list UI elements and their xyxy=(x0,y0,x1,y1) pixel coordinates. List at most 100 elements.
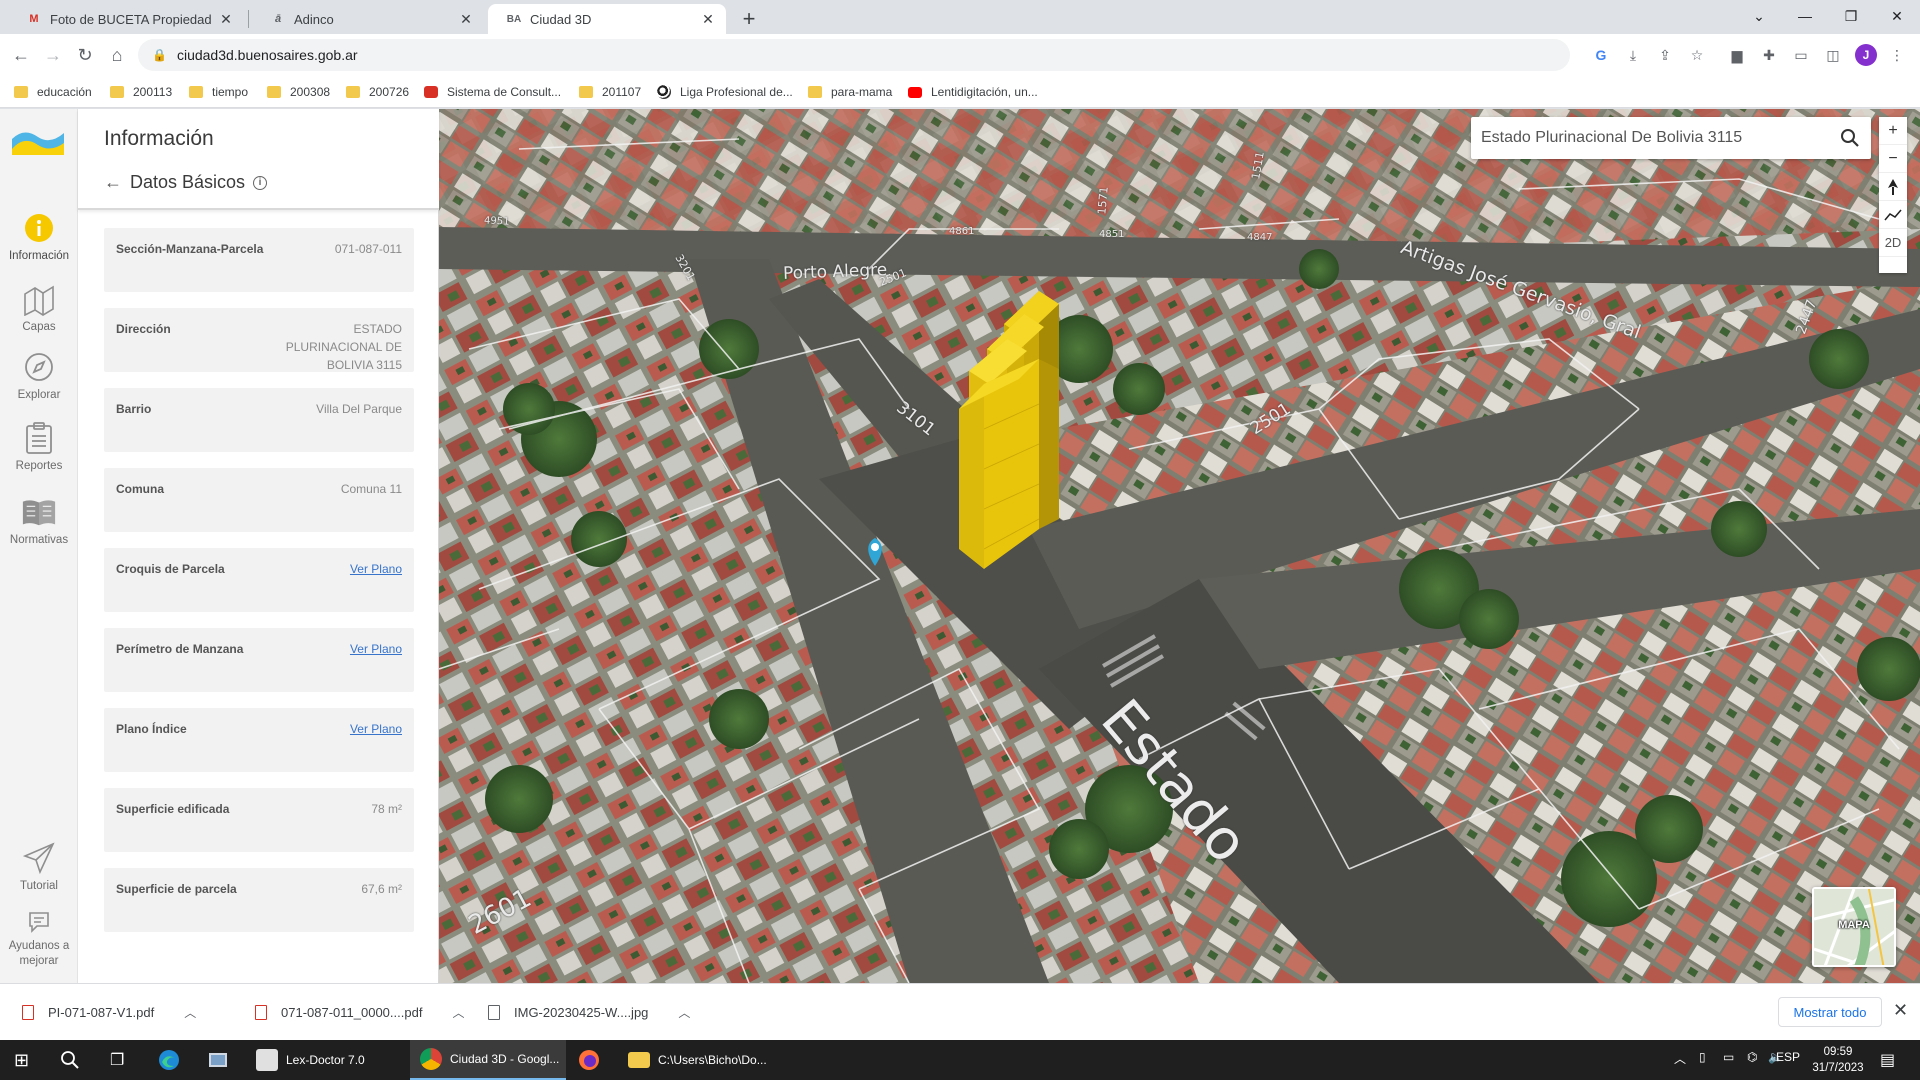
nav-ayudanos[interactable]: Ayudanos a mejorar xyxy=(0,909,78,969)
tab-gmail[interactable]: M Foto de BUCETA Propiedades - ju ✕ xyxy=(8,4,244,34)
tab-ciudad-3d[interactable]: BA Ciudad 3D ✕ xyxy=(488,4,726,34)
bookmark-sistema-de-consulta[interactable]: Sistema de Consult... xyxy=(424,82,561,102)
install-app-icon[interactable]: ⤓ xyxy=(1622,44,1644,66)
bookmark-educacion[interactable]: educación xyxy=(14,82,92,102)
forward-button[interactable]: → xyxy=(40,42,66,68)
scroll-edge-fade xyxy=(104,210,414,226)
network-icon[interactable]: ⌬ xyxy=(1747,1050,1757,1064)
lex-doctor-icon xyxy=(256,1049,278,1071)
chevron-up-icon[interactable]: ︿ xyxy=(678,1004,690,1021)
bookmark-liga-profesional[interactable]: Liga Profesional de... xyxy=(657,82,793,102)
bookmark-tiempo[interactable]: tiempo xyxy=(189,82,248,102)
bookmark-star-icon[interactable]: ☆ xyxy=(1686,44,1708,66)
folder-icon xyxy=(189,86,203,98)
browser-menu-icon[interactable]: ⋮ xyxy=(1886,44,1908,66)
notifications-icon[interactable]: ▤ xyxy=(1880,1050,1895,1070)
tab-adinco[interactable]: ā Adinco ✕ xyxy=(252,4,484,34)
chevron-up-icon[interactable]: ︿ xyxy=(184,1004,196,1021)
nav-normativas[interactable]: Normativas xyxy=(0,494,78,546)
close-tab-icon[interactable]: ✕ xyxy=(700,11,716,27)
nav-tutorial[interactable]: Tutorial xyxy=(0,840,78,892)
folder-extension-icon[interactable]: ▆ xyxy=(1726,44,1748,66)
battery-icon[interactable]: ▯ xyxy=(1699,1050,1706,1064)
close-downloads-icon[interactable]: ✕ xyxy=(1893,1000,1908,1021)
restore-button[interactable]: ❐ xyxy=(1828,0,1874,32)
map-3d-view[interactable]: Porto Alegre Artigas José Gervasio, Gral… xyxy=(439,109,1920,983)
download-item[interactable]: IMG-20230425-W....jpg ︿ xyxy=(488,1000,690,1024)
address-search[interactable]: Estado Plurinacional De Bolivia 3115 xyxy=(1471,117,1871,159)
nav-explorar[interactable]: Explorar xyxy=(0,349,78,401)
minimap-toggle[interactable]: MAPA xyxy=(1812,887,1896,967)
search-icon[interactable] xyxy=(1839,127,1861,149)
bookmark-label: Sistema de Consult... xyxy=(447,85,562,99)
ba-logo[interactable] xyxy=(10,125,66,159)
share-icon[interactable]: ⇪ xyxy=(1654,44,1676,66)
field-value: 78 m² xyxy=(371,802,402,816)
taskbar-app-lex-doctor[interactable]: Lex-Doctor 7.0 xyxy=(246,1040,402,1080)
taskbar-app-explorer[interactable]: C:\Users\Bicho\Do... xyxy=(618,1040,774,1080)
show-all-downloads-button[interactable]: Mostrar todo xyxy=(1778,997,1882,1027)
bookmark-label: para-mama xyxy=(831,85,893,99)
nav-informacion[interactable]: Información xyxy=(0,210,78,262)
address-search-value: Estado Plurinacional De Bolivia 3115 xyxy=(1481,129,1743,146)
reload-button[interactable]: ↻ xyxy=(72,42,98,68)
bookmark-para-mama[interactable]: para-mama xyxy=(808,82,892,102)
firefox-icon[interactable] xyxy=(578,1046,600,1074)
monitor-icon[interactable]: ▭ xyxy=(1723,1050,1734,1064)
folder-icon xyxy=(267,86,281,98)
back-arrow-icon[interactable]: ← xyxy=(104,172,122,193)
info-circle-icon[interactable]: i xyxy=(253,175,268,190)
profile-avatar[interactable]: J xyxy=(1855,44,1877,66)
home-button[interactable]: ⌂ xyxy=(104,42,130,68)
chevron-up-icon[interactable]: ︿ xyxy=(1674,1050,1686,1067)
ver-plano-link[interactable]: Ver Plano xyxy=(350,560,402,600)
bookmark-lentidigitacion[interactable]: Lentidigitación, un... xyxy=(908,82,1038,102)
language-indicator[interactable]: ESP xyxy=(1776,1050,1800,1064)
nav-capas[interactable]: Capas xyxy=(0,281,78,333)
zoom-in-icon[interactable]: + xyxy=(1879,117,1907,145)
book-icon xyxy=(21,494,57,530)
bookmark-label: 200726 xyxy=(369,85,410,99)
download-item[interactable]: 071-087-011_0000....pdf ︿ xyxy=(255,1000,464,1024)
tab-separator xyxy=(248,10,249,28)
tilt-icon[interactable] xyxy=(1879,201,1907,229)
new-tab-button[interactable]: + xyxy=(736,6,762,32)
chevron-up-icon[interactable]: ︿ xyxy=(452,1004,464,1021)
ver-plano-link[interactable]: Ver Plano xyxy=(350,720,402,760)
bookmark-200726[interactable]: 200726 xyxy=(346,82,409,102)
google-icon[interactable]: G xyxy=(1590,44,1612,66)
taskbar-app-chrome[interactable]: Ciudad 3D - Googl... xyxy=(410,1040,566,1080)
left-nav-rail: Información Capas Explorar Reportes Norm… xyxy=(0,109,78,983)
address-bar[interactable]: 🔒 ciudad3d.buenosaires.gob.ar xyxy=(138,39,1570,71)
street-label: 4951 xyxy=(483,215,510,228)
download-item[interactable]: PI-071-087-V1.pdf ︿ xyxy=(22,1000,196,1024)
info-field-row: Croquis de Parcela Ver Plano xyxy=(104,548,414,612)
side-panel-icon[interactable]: ◫ xyxy=(1822,44,1844,66)
edge-icon[interactable] xyxy=(158,1046,180,1074)
windows-start-icon[interactable]: ⊞ xyxy=(14,1046,29,1074)
close-tab-icon[interactable]: ✕ xyxy=(218,11,234,27)
extensions-puzzle-icon[interactable]: ✚ xyxy=(1758,44,1780,66)
clock[interactable]: 09:59 31/7/2023 xyxy=(1808,1044,1868,1076)
close-tab-icon[interactable]: ✕ xyxy=(458,11,474,27)
tab-search-icon[interactable]: ⌄ xyxy=(1736,0,1782,32)
field-label: Superficie edificada xyxy=(116,802,230,816)
ver-plano-link[interactable]: Ver Plano xyxy=(350,640,402,680)
clock-date: 31/7/2023 xyxy=(1812,1062,1864,1074)
north-arrow-icon[interactable] xyxy=(1879,173,1907,201)
panel-scroll-area[interactable]: Sección-Manzana-Parcela 071-087-011 Direcc… xyxy=(78,210,439,983)
nav-reportes[interactable]: Reportes xyxy=(0,420,78,472)
minimize-button[interactable]: — xyxy=(1782,0,1828,32)
search-icon[interactable] xyxy=(60,1046,80,1074)
bookmark-200308[interactable]: 200308 xyxy=(267,82,330,102)
back-button[interactable]: ← xyxy=(8,42,34,68)
cast-icon[interactable]: ▭ xyxy=(1790,44,1812,66)
bookmark-201107[interactable]: 201107 xyxy=(579,82,641,102)
app-icon[interactable] xyxy=(207,1046,229,1074)
zoom-out-icon[interactable]: − xyxy=(1879,145,1907,173)
close-window-button[interactable]: ✕ xyxy=(1874,0,1920,32)
toggle-2d-button[interactable]: 2D xyxy=(1879,229,1907,257)
nav-label: Ayudanos a mejorar xyxy=(8,940,70,967)
bookmark-200113[interactable]: 200113 xyxy=(110,82,172,102)
task-view-icon[interactable]: ❐ xyxy=(110,1046,124,1074)
